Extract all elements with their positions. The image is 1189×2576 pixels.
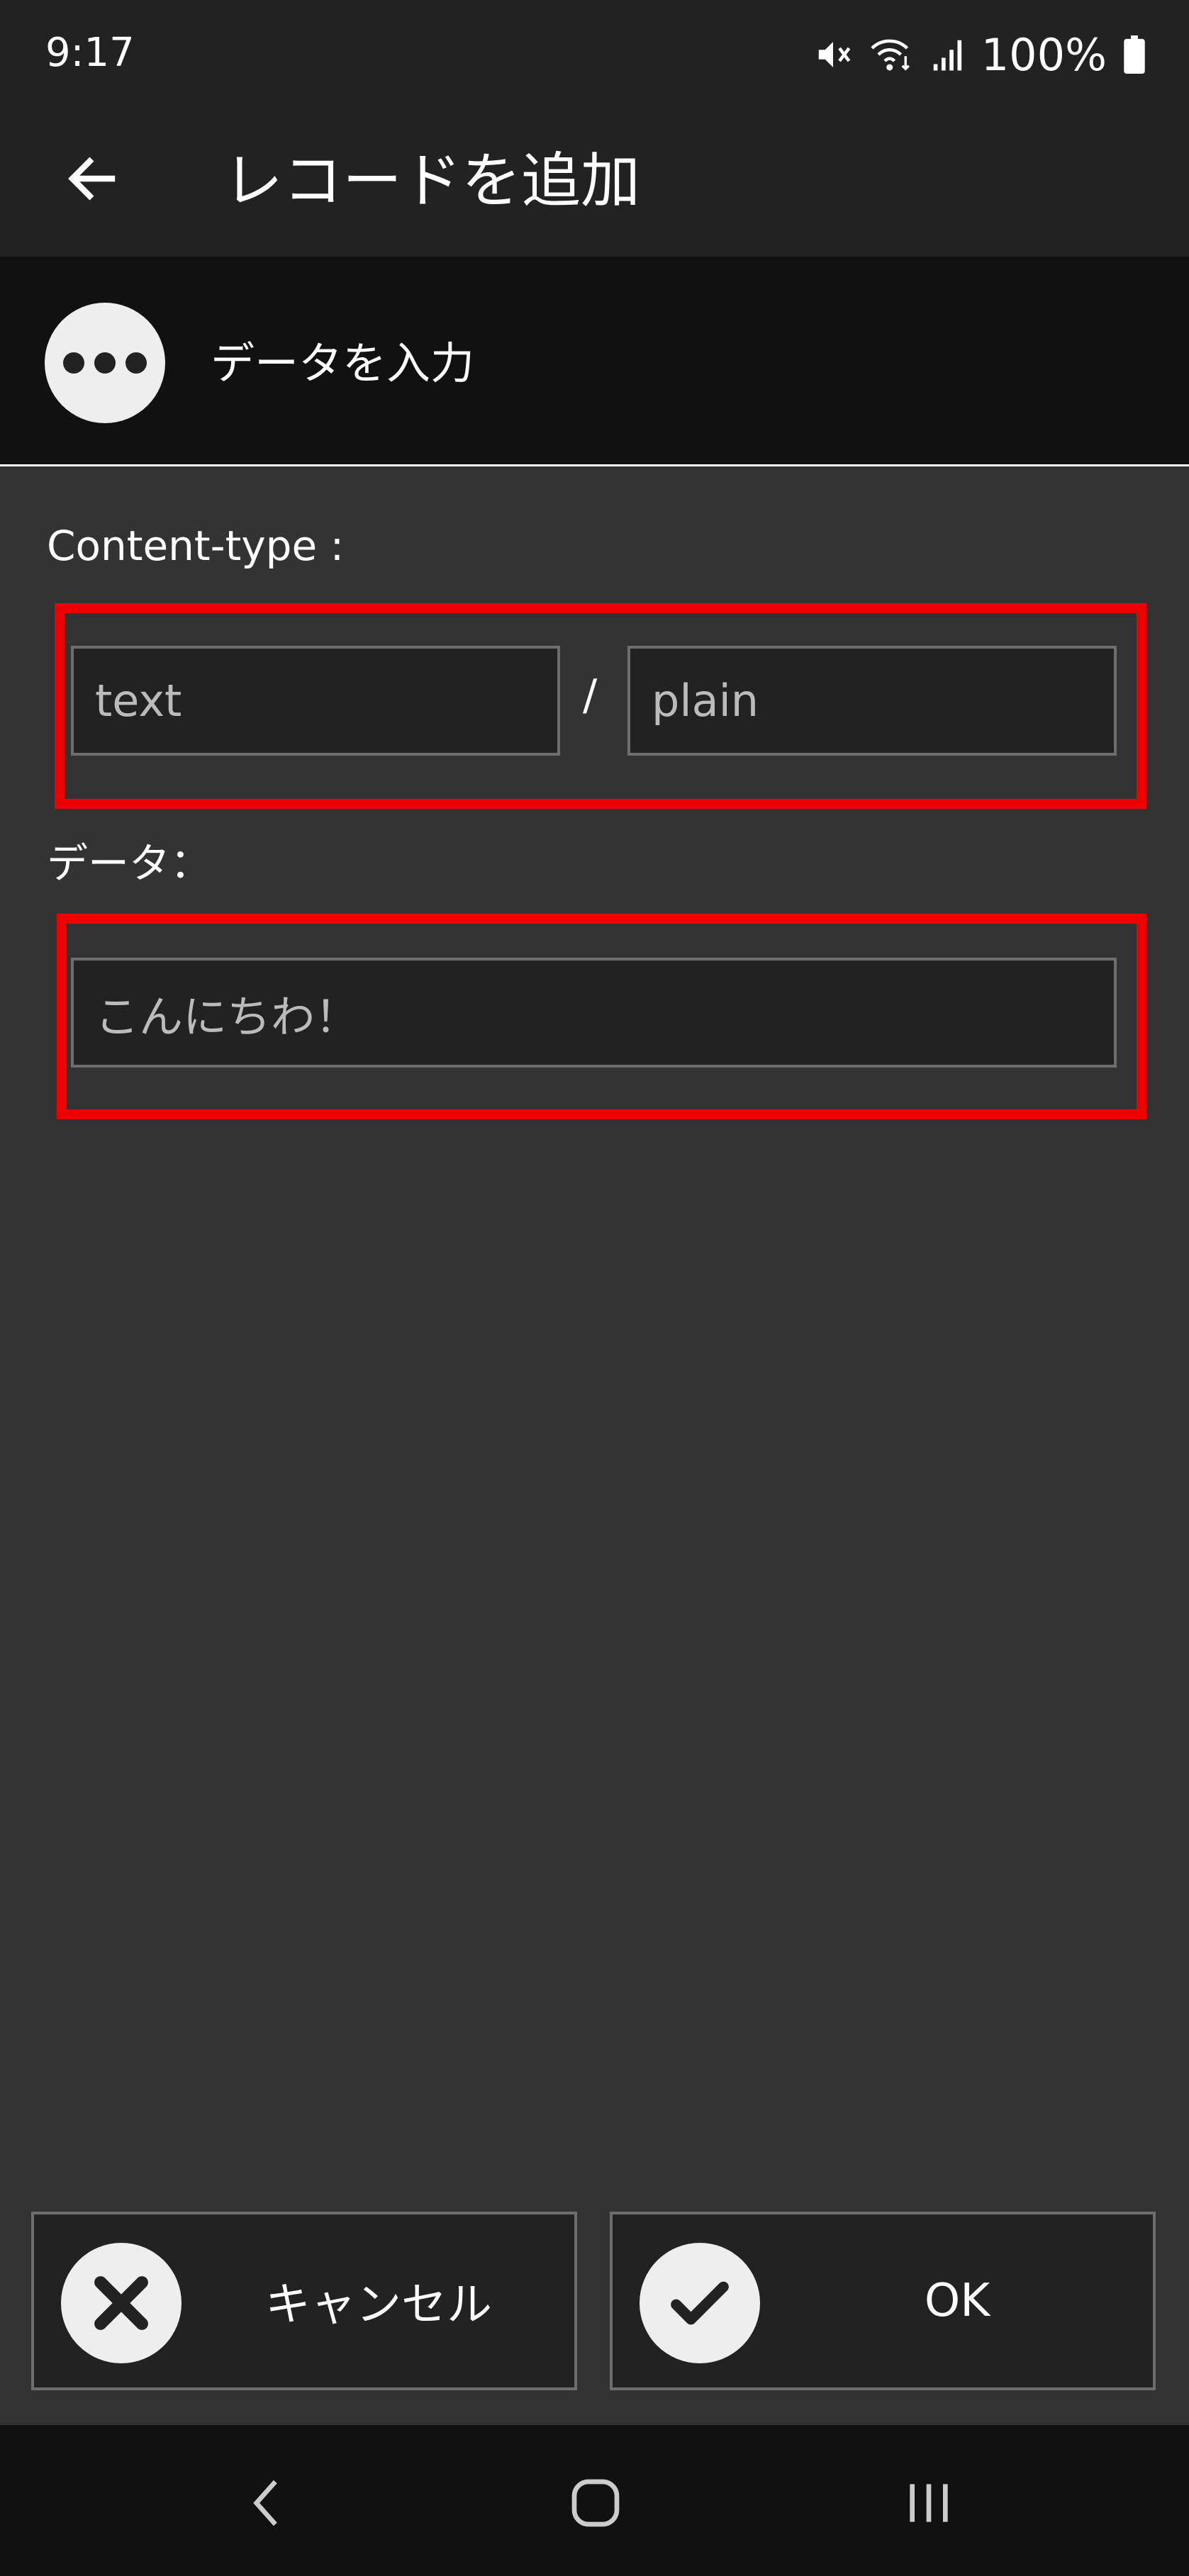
section-title: データを入力: [211, 337, 475, 389]
wifi-icon: [868, 35, 915, 74]
content-type-label: Content-type :: [47, 522, 345, 570]
status-time: 9:17: [45, 30, 135, 76]
close-icon: [61, 2243, 182, 2363]
arrow-left-icon[interactable]: [57, 143, 128, 214]
battery-percent: 100%: [981, 28, 1107, 81]
cancel-button-label: キャンセル: [265, 2279, 492, 2331]
page-title: レコードを追加: [223, 146, 641, 215]
check-icon: [640, 2243, 760, 2363]
status-bar: 9:17 100%: [0, 0, 1189, 115]
nav-back-icon[interactable]: [223, 2464, 308, 2542]
battery-icon: [1122, 35, 1146, 74]
ok-button[interactable]: OK: [610, 2212, 1156, 2390]
signal-icon: [930, 35, 966, 74]
nav-home-icon[interactable]: [553, 2464, 638, 2542]
data-input[interactable]: こんにちわ！: [71, 958, 1117, 1068]
form-content: Content-type : text / plain データ： こんにちわ！: [0, 469, 1189, 2425]
status-icons: 100%: [814, 28, 1146, 81]
ok-button-label: OK: [924, 2275, 990, 2327]
content-type-separator: /: [583, 671, 598, 720]
section-header: データを入力: [0, 257, 1189, 466]
mute-icon: [814, 35, 852, 74]
app-bar: レコードを追加: [0, 115, 1189, 257]
system-nav-bar: [0, 2425, 1189, 2576]
cancel-button[interactable]: キャンセル: [31, 2212, 577, 2390]
content-type-subtype-input[interactable]: plain: [627, 646, 1117, 756]
nav-recents-icon[interactable]: [886, 2464, 971, 2542]
more-horizontal-icon: [45, 303, 165, 423]
data-label: データ：: [47, 839, 212, 887]
content-type-type-input[interactable]: text: [71, 646, 560, 756]
